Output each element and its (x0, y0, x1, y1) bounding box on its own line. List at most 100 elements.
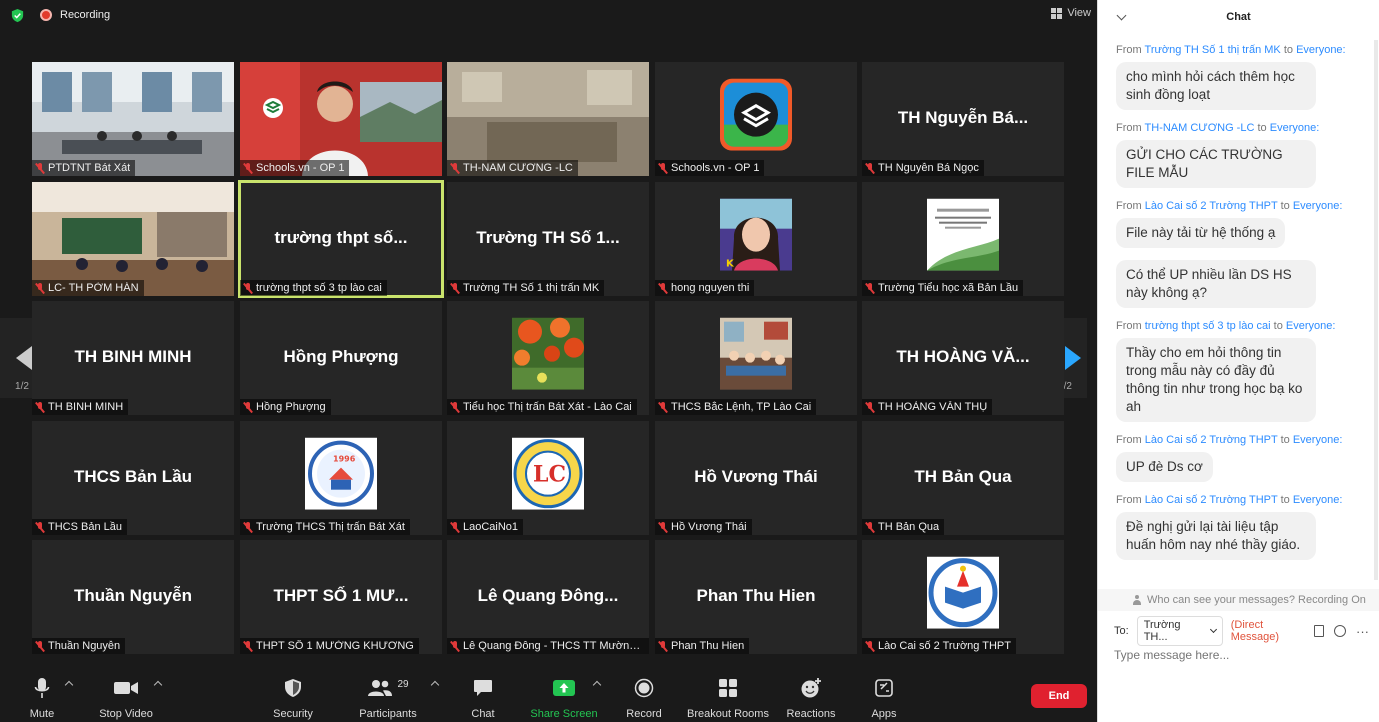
participant-tile[interactable]: trường thpt số... trường thpt số 3 tp lào… (238, 180, 444, 298)
participant-tile[interactable]: TH BINH MINH TH BINH MINH (32, 301, 234, 415)
participant-tile[interactable]: Trường Tiểu học xã Bản Lầu (862, 182, 1064, 296)
share-screen-button[interactable]: Share Screen (528, 676, 600, 720)
participant-name: Trường THCS Thị trấn Bát Xát (256, 521, 405, 533)
muted-mic-icon (658, 401, 668, 413)
participant-name: THCS Bắc Lệnh, TP Lào Cai (671, 401, 812, 413)
recipient-select[interactable]: Trường TH... (1136, 616, 1223, 646)
participant-label: LaoCaiNo1 (447, 519, 524, 535)
message-recipient[interactable]: Everyone: (1293, 200, 1343, 212)
svg-text:1996: 1996 (333, 455, 356, 464)
muted-mic-icon (35, 282, 45, 294)
participant-label: TH HOÀNG VĂN THỤ (862, 399, 993, 415)
message-recipient[interactable]: Everyone: (1296, 44, 1346, 56)
participant-label: Trường Tiểu học xã Bản Lầu (862, 280, 1024, 296)
audio-options-caret[interactable] (64, 680, 74, 690)
participant-tile[interactable]: Tiểu học Thị trấn Bát Xát - Lào Cai (447, 301, 649, 415)
muted-mic-icon (35, 521, 45, 533)
message-bubble[interactable]: UP đè Ds cơ (1116, 452, 1213, 482)
message-bubble[interactable]: Có thể UP nhiều lần DS HS này không ạ? (1116, 260, 1316, 308)
message-sender-line: From Lào Cai số 2 Trường THPT to Everyon… (1116, 200, 1343, 212)
participant-label: Lê Quang Đông - THCS TT Mường... (447, 638, 649, 654)
participant-name: hong nguyen thi (671, 282, 750, 294)
message-row: UP đè Ds cơ (1098, 446, 1379, 488)
participant-tile[interactable]: TH-NAM CƯƠNG -LC (447, 62, 649, 176)
message-sender[interactable]: TH-NAM CƯƠNG -LC (1145, 122, 1255, 134)
participant-tile[interactable]: Lào Cai số 2 Trường THPT (862, 540, 1064, 654)
participant-tile[interactable]: Schools.vn - OP 1 (655, 62, 857, 176)
chat-scrollbar[interactable] (1374, 40, 1378, 580)
mute-button[interactable]: Mute (22, 676, 62, 720)
participant-label: Lào Cai số 2 Trường THPT (862, 638, 1016, 654)
participant-label: Hồ Vương Thái (655, 519, 752, 535)
participant-tile[interactable]: Trường TH Số 1... Trường TH Số 1 thị trấn… (447, 182, 649, 296)
participant-name: TH Nguyễn Bá Ngọc (878, 162, 979, 174)
chat-messages[interactable]: From Trường TH Số 1 thị trấn MK to Every… (1098, 38, 1379, 586)
arrow-right-icon (1065, 346, 1081, 370)
participant-name: TH HOÀNG VĂN THỤ (878, 401, 988, 413)
apps-button[interactable]: Apps (866, 676, 902, 720)
reactions-button[interactable]: Reactions (786, 676, 836, 720)
participant-tile[interactable]: THPT SỐ 1 MƯ... THPT SỐ 1 MƯỜNG KHƯƠNG (240, 540, 442, 654)
participant-tile[interactable]: Phan Thu Hien Phan Thu Hien (655, 540, 857, 654)
message-sender[interactable]: Lào Cai số 2 Trường THPT (1145, 200, 1278, 212)
record-button[interactable]: Record (624, 676, 664, 720)
security-button[interactable]: Security (268, 676, 318, 720)
participant-name: Lê Quang Đông - THCS TT Mường... (463, 640, 644, 652)
message-bubble[interactable]: Đề nghị gửi lại tài liệu tập huấn hôm na… (1116, 512, 1316, 560)
participant-tile[interactable]: PTDTNT Bát Xát (32, 62, 234, 176)
participants-options-caret[interactable] (430, 680, 440, 690)
participants-button[interactable]: 29 Participants (355, 676, 421, 721)
participant-tile[interactable]: TH HOÀNG VĂ... TH HOÀNG VĂN THỤ (862, 301, 1064, 415)
muted-mic-icon (865, 521, 875, 533)
participant-tile[interactable]: TH Bản Qua TH Bản Qua (862, 421, 1064, 535)
participant-tile[interactable]: Khong nguyen thi (655, 182, 857, 296)
emoji-icon[interactable] (1334, 625, 1346, 637)
stop-video-button[interactable]: Stop Video (96, 676, 156, 720)
participant-tile[interactable]: Hồng Phượng Hồng Phượng (240, 301, 442, 415)
participant-tile[interactable]: Schools.vn - OP 1 (240, 62, 442, 176)
message-bubble[interactable]: Thầy cho em hỏi thông tin trong mẫu này … (1116, 338, 1316, 422)
participant-tile[interactable]: THCS Bắc Lệnh, TP Lào Cai (655, 301, 857, 415)
participant-name: Thuần Nguyễn (48, 640, 121, 652)
participant-tile[interactable]: 1996 Trường THCS Thị trấn Bát Xát (240, 421, 442, 535)
message-sender[interactable]: Lào Cai số 2 Trường THPT (1145, 434, 1278, 446)
message-recipient[interactable]: Everyone: (1293, 434, 1343, 446)
participant-label: TH Nguyễn Bá Ngọc (862, 160, 984, 176)
participant-name: Hồng Phượng (256, 401, 326, 413)
message-bubble[interactable]: GỬI CHO CÁC TRƯỜNG FILE MẪU (1116, 140, 1316, 188)
message-sender[interactable]: Trường TH Số 1 thị trấn MK (1145, 44, 1281, 56)
participant-tile[interactable]: Hồ Vương Thái Hồ Vương Thái (655, 421, 857, 535)
participant-label: Thuần Nguyễn (32, 638, 126, 654)
participant-tile[interactable]: Thuần Nguyễn Thuần Nguyễn (32, 540, 234, 654)
muted-mic-icon (450, 282, 460, 294)
to-label: To: (1114, 625, 1129, 637)
message-sender[interactable]: Lào Cai số 2 Trường THPT (1145, 494, 1278, 506)
message-recipient[interactable]: Everyone: (1286, 320, 1336, 332)
message-input[interactable] (1114, 648, 1369, 662)
more-icon[interactable]: ··· (1356, 624, 1369, 639)
end-meeting-button[interactable]: End (1031, 684, 1087, 708)
participant-tile[interactable]: THCS Bản Lầu THCS Bản Lầu (32, 421, 234, 535)
message-bubble[interactable]: cho mình hỏi cách thêm học sinh đồng loạ… (1116, 62, 1316, 110)
participant-tile[interactable]: TH Nguyễn Bá... TH Nguyễn Bá Ngọc (862, 62, 1064, 176)
message-sender[interactable]: trường thpt số 3 tp lào cai (1145, 320, 1271, 332)
breakout-rooms-button[interactable]: Breakout Rooms (686, 676, 770, 720)
participant-tile[interactable]: Lê Quang Đông... Lê Quang Đông - THCS TT … (447, 540, 649, 654)
shield-icon[interactable] (10, 8, 25, 23)
message-recipient[interactable]: Everyone: (1293, 494, 1343, 506)
participant-label: TH-NAM CƯƠNG -LC (447, 160, 578, 176)
view-button[interactable]: View (1051, 7, 1091, 19)
chat-button[interactable]: Chat (463, 676, 503, 720)
participant-tile[interactable]: LC- TH PỜM HÁN (32, 182, 234, 296)
participant-display-name: Lê Quang Đông... (477, 586, 619, 605)
muted-mic-icon (35, 640, 45, 652)
participant-tile[interactable]: LC LaoCaiNo1 (447, 421, 649, 535)
participant-name: Trường Tiểu học xã Bản Lầu (878, 282, 1019, 294)
muted-mic-icon (243, 640, 253, 652)
svg-text:LC: LC (533, 462, 566, 488)
message-recipient[interactable]: Everyone: (1270, 122, 1320, 134)
visibility-note[interactable]: Who can see your messages? Recording On (1098, 589, 1379, 611)
message-bubble[interactable]: File này tải từ hệ thống ạ (1116, 218, 1286, 248)
file-icon[interactable] (1314, 625, 1324, 637)
view-label: View (1067, 7, 1091, 19)
